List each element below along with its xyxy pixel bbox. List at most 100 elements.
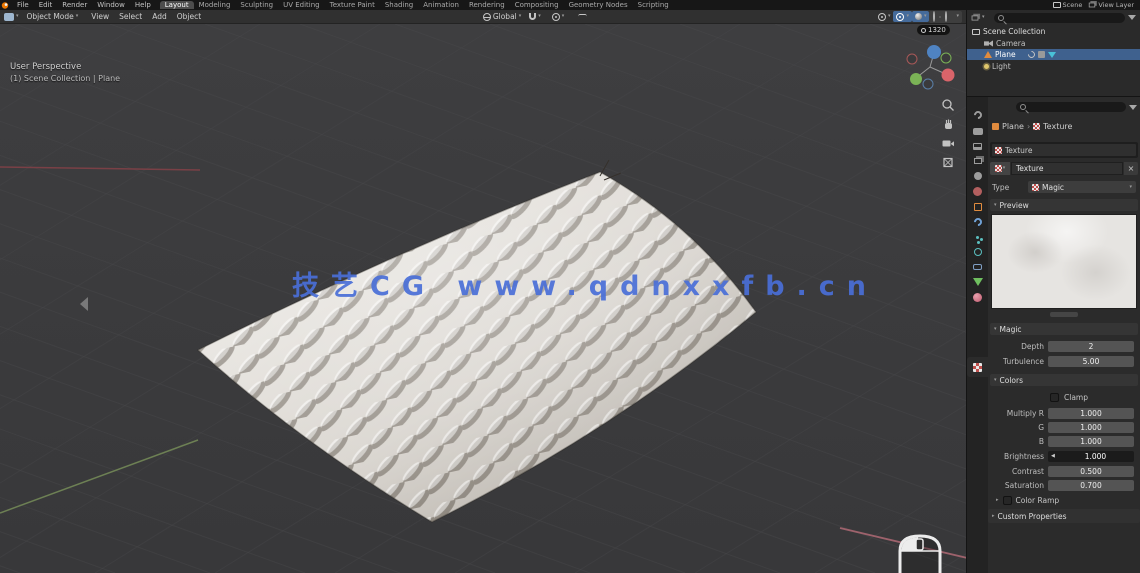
tab-output[interactable]	[967, 139, 988, 153]
magic-panel-header[interactable]: ▾ Magic	[990, 323, 1138, 335]
toolbar-collapse-arrow[interactable]	[80, 297, 88, 311]
menu-select[interactable]: Select	[114, 12, 147, 21]
tab-particles[interactable]	[967, 230, 988, 244]
y-axis-negative-ball[interactable]	[940, 52, 952, 64]
x-axis-ball[interactable]	[941, 68, 955, 82]
z-axis-ball[interactable]	[927, 45, 941, 59]
shading-rendered-button[interactable]	[951, 16, 953, 18]
tab-physics[interactable]	[967, 245, 988, 259]
mesh-data-icon[interactable]	[1037, 51, 1045, 58]
shading-wireframe-button[interactable]	[932, 11, 936, 22]
multiply-g-input[interactable]: 1.000	[1048, 421, 1134, 433]
outliner-row-light[interactable]: Light	[967, 61, 1140, 72]
filter-funnel-icon[interactable]	[1128, 15, 1136, 20]
texture-name-field[interactable]: Texture	[1011, 162, 1123, 175]
menu-file[interactable]: File	[12, 1, 34, 9]
filter-funnel-icon[interactable]	[1129, 104, 1137, 110]
workspace-tab-rendering[interactable]: Rendering	[464, 1, 510, 9]
z-axis-negative-ball[interactable]	[922, 78, 934, 90]
mode-selector[interactable]: Object Mode ▾	[27, 12, 79, 21]
multiply-r-input[interactable]: 1.000	[1048, 407, 1134, 419]
editor-divider-vertical[interactable]	[966, 10, 967, 573]
texture-type-dropdown[interactable]: Magic ▾	[1028, 181, 1136, 193]
shading-material-button[interactable]	[944, 11, 948, 22]
menu-add[interactable]: Add	[147, 12, 172, 21]
tab-world[interactable]	[967, 184, 988, 198]
workspace-tab-shading[interactable]: Shading	[380, 1, 418, 9]
custom-properties-panel-header[interactable]: ▸ Custom Properties	[988, 509, 1140, 523]
unlink-texture-button[interactable]: ×	[1124, 162, 1138, 175]
depth-input[interactable]: 2	[1048, 340, 1134, 352]
navigation-gizmo[interactable]	[903, 40, 957, 98]
menu-window[interactable]: Window	[92, 1, 130, 9]
shading-solid-button[interactable]	[939, 15, 942, 18]
editor-divider-horizontal[interactable]	[967, 96, 1140, 97]
snap-toggle[interactable]: ▾	[529, 13, 541, 20]
xray-toggle[interactable]: ▾	[911, 11, 930, 22]
breadcrumb-object[interactable]: Plane	[1002, 122, 1024, 131]
proportional-editing-toggle[interactable]: ▾	[549, 11, 568, 22]
editor-type-selector[interactable]: ▾	[4, 12, 19, 21]
decrease-arrow-icon[interactable]: ◀	[1051, 453, 1055, 459]
perspective-toggle-icon[interactable]	[941, 155, 955, 169]
color-ramp-checkbox[interactable]	[1002, 495, 1012, 505]
workspace-tab-modeling[interactable]: Modeling	[194, 1, 236, 9]
camera-view-icon[interactable]	[941, 136, 955, 150]
menu-view[interactable]: View	[86, 12, 114, 21]
properties-search-input[interactable]	[1016, 102, 1126, 112]
outliner-editor-icon[interactable]	[971, 14, 979, 21]
blender-logo-icon[interactable]	[0, 1, 12, 10]
tab-modifiers[interactable]	[967, 215, 988, 229]
contrast-input[interactable]: 0.500	[1048, 465, 1134, 477]
outliner-row-plane[interactable]: Plane	[967, 49, 1140, 60]
tab-constraints[interactable]	[967, 260, 988, 274]
texture-slot-item[interactable]: Texture	[992, 144, 1136, 156]
tab-tool[interactable]	[967, 108, 988, 122]
displace-modifier-icon[interactable]	[1047, 51, 1056, 58]
outliner-row-scene-collection[interactable]: Scene Collection	[967, 26, 1140, 37]
colors-panel-header[interactable]: ▾ Colors	[990, 374, 1138, 386]
transform-orientation-selector[interactable]: Global ▾	[482, 12, 521, 21]
tab-object[interactable]	[967, 200, 988, 214]
tab-view-layer[interactable]	[967, 154, 988, 168]
workspace-tab-compositing[interactable]: Compositing	[510, 1, 564, 9]
clamp-checkbox[interactable]	[1050, 392, 1059, 402]
zoom-tool-icon[interactable]	[941, 98, 955, 112]
workspace-tab-layout[interactable]: Layout	[159, 1, 194, 9]
preview-panel-header[interactable]: ▾ Preview	[990, 199, 1138, 211]
tab-texture-active[interactable]	[967, 357, 988, 377]
menu-object[interactable]: Object	[172, 12, 206, 21]
outliner-row-camera[interactable]: Camera	[967, 38, 1140, 49]
workspace-tab-animation[interactable]: Animation	[418, 1, 464, 9]
workspace-tab-sculpting[interactable]: Sculpting	[235, 1, 278, 9]
tab-object-data[interactable]	[967, 275, 988, 289]
breadcrumb-texture[interactable]: Texture	[1043, 122, 1072, 131]
tab-material[interactable]	[967, 290, 988, 304]
show-gizmo-toggle[interactable]: ▾	[875, 11, 894, 22]
y-axis-ball[interactable]	[910, 73, 922, 85]
multiply-b-input[interactable]: 1.000	[1048, 435, 1134, 447]
tab-render[interactable]	[967, 124, 988, 138]
workspace-tab-uv-editing[interactable]: UV Editing	[278, 1, 325, 9]
show-overlays-toggle[interactable]: ▾	[893, 11, 912, 22]
preview-resize-grip[interactable]	[1050, 312, 1078, 317]
texture-browse-button[interactable]: ▾	[990, 162, 1010, 175]
falloff-selector[interactable]	[575, 11, 590, 22]
menu-edit[interactable]: Edit	[34, 1, 58, 9]
scene-selector[interactable]: Scene	[1052, 1, 1082, 9]
view-layer-selector[interactable]: View Layer	[1088, 1, 1134, 9]
outliner-search-input[interactable]	[993, 12, 1125, 23]
color-ramp-subpanel[interactable]: ▸ Color Ramp	[996, 494, 1059, 506]
turbulence-input[interactable]: 5.00	[1048, 355, 1134, 367]
workspace-tab-geometry-nodes[interactable]: Geometry Nodes	[564, 1, 633, 9]
brightness-input[interactable]: ◀ 1.000	[1048, 450, 1134, 462]
saturation-input[interactable]: 0.700	[1048, 479, 1134, 491]
move-view-hand-icon[interactable]	[941, 117, 955, 131]
modifier-wrench-icon[interactable]	[1026, 49, 1037, 60]
x-axis-negative-ball[interactable]	[906, 53, 918, 65]
tab-scene[interactable]	[967, 169, 988, 183]
menu-render[interactable]: Render	[57, 1, 92, 9]
workspace-tab-texture-paint[interactable]: Texture Paint	[325, 1, 380, 9]
workspace-tab-scripting[interactable]: Scripting	[633, 1, 674, 9]
menu-help[interactable]: Help	[130, 1, 156, 9]
